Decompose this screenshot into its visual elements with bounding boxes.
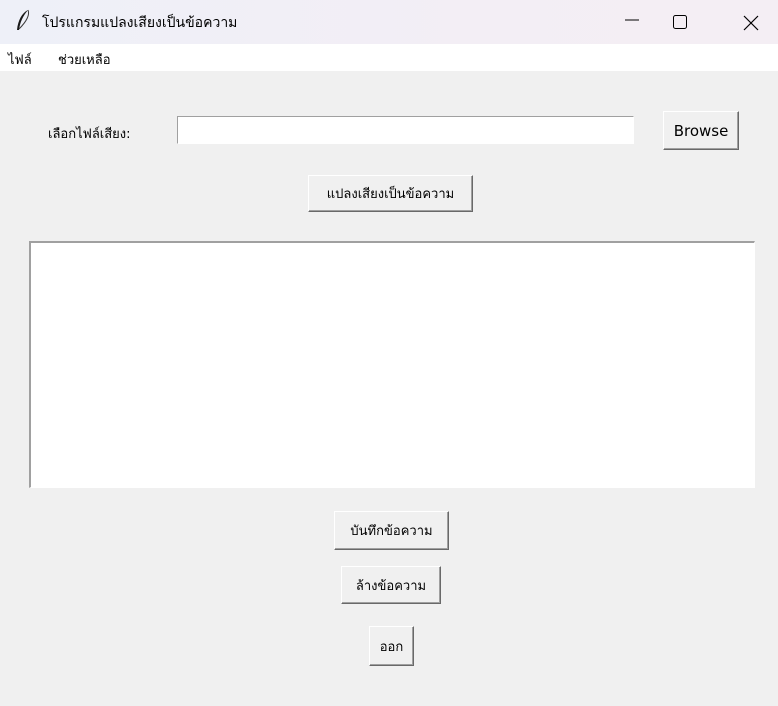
browse-button[interactable]: Browse bbox=[663, 111, 739, 150]
clear-text-button[interactable]: ล้างข้อความ bbox=[341, 566, 441, 604]
minimize-icon bbox=[625, 19, 639, 21]
save-text-button[interactable]: บันทึกข้อความ bbox=[334, 511, 449, 550]
close-button[interactable] bbox=[726, 0, 774, 44]
convert-button[interactable]: แปลงเสียงเป็นข้อความ bbox=[308, 175, 473, 212]
menu-bar: ไฟล์ ช่วยเหลือ bbox=[0, 44, 778, 71]
output-text-area[interactable] bbox=[29, 241, 755, 488]
exit-button[interactable]: ออก bbox=[369, 626, 414, 666]
file-path-input[interactable] bbox=[177, 116, 634, 144]
close-icon bbox=[743, 15, 759, 31]
title-bar: โปรแกรมแปลงเสียงเป็นข้อความ bbox=[0, 0, 778, 44]
file-select-label: เลือกไฟล์เสียง: bbox=[48, 127, 131, 142]
window-title: โปรแกรมแปลงเสียงเป็นข้อความ bbox=[42, 15, 238, 31]
menu-help[interactable]: ช่วยเหลือ bbox=[58, 49, 111, 70]
minimize-button[interactable] bbox=[608, 0, 656, 44]
feather-icon bbox=[17, 9, 29, 30]
maximize-button[interactable] bbox=[656, 0, 704, 44]
menu-file[interactable]: ไฟล์ bbox=[8, 49, 32, 70]
maximize-icon bbox=[673, 15, 687, 29]
